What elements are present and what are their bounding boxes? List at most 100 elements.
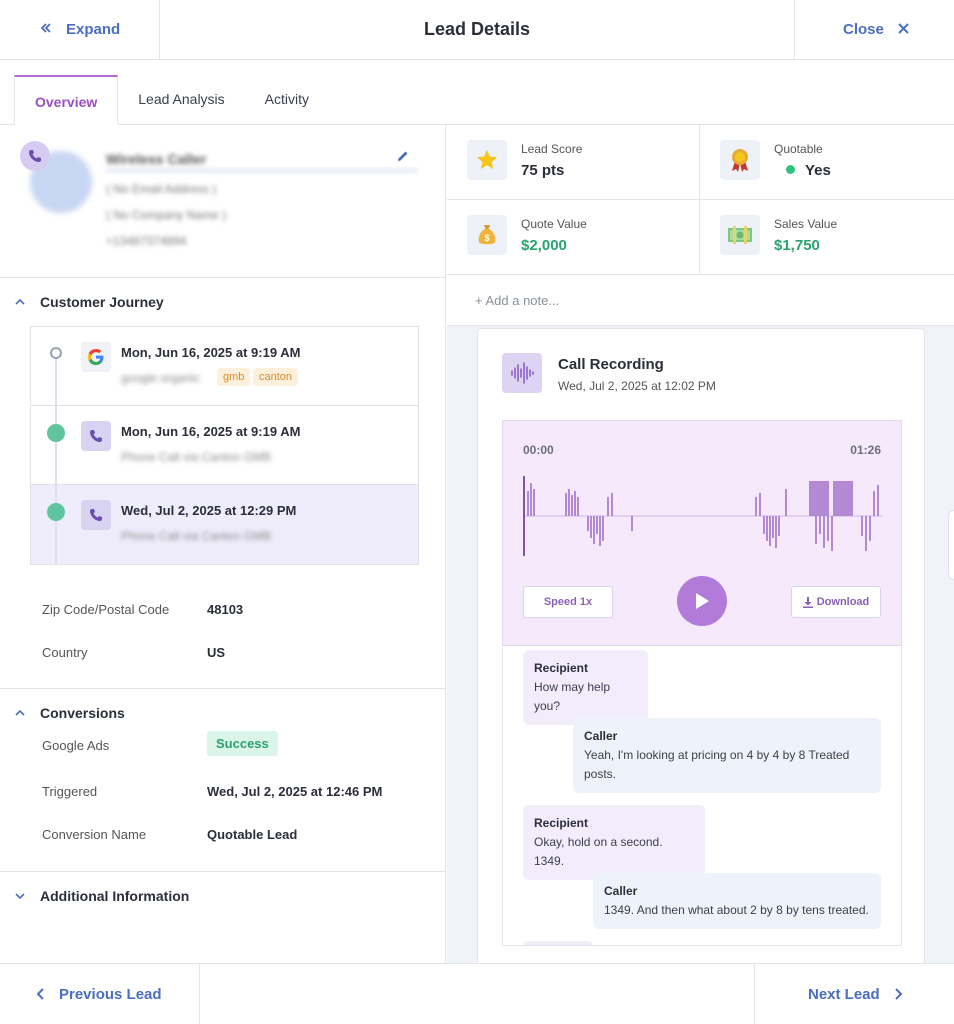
chevron-up-icon: [15, 298, 25, 305]
message-text: Yeah, I'm looking at pricing on 4 by 4 b…: [584, 748, 850, 781]
tab-overview[interactable]: Overview: [14, 75, 119, 125]
stat-value: 75 pts: [521, 162, 565, 179]
recording-title: Call Recording: [558, 356, 664, 373]
chevron-left-icon: [36, 988, 44, 1000]
download-icon: [802, 596, 813, 608]
download-button[interactable]: Download: [791, 586, 881, 618]
detail-value: Wed, Jul 2, 2025 at 12:46 PM: [207, 784, 383, 799]
timeline-dot: [50, 347, 62, 359]
detail-row: Conversion Name Quotable Lead: [0, 827, 445, 870]
close-label: Close: [843, 21, 884, 38]
double-chevron-left-icon: [40, 21, 52, 38]
star-icon: [467, 140, 507, 180]
speaker-name: Caller: [604, 884, 638, 898]
speaker-name: Recipient: [534, 816, 589, 830]
contact-phone: +13487374894: [106, 234, 187, 248]
phone-icon: [81, 421, 111, 451]
add-note-input[interactable]: + Add a note...: [447, 275, 954, 326]
detail-row: Zip Code/Postal Code 48103: [0, 602, 445, 645]
journey-item[interactable]: Wed, Jul 2, 2025 at 12:29 PM Phone Call …: [31, 485, 418, 564]
play-button[interactable]: [677, 576, 727, 626]
transcript-message: [523, 941, 593, 945]
download-label: Download: [816, 596, 870, 608]
side-scroll-handle[interactable]: [948, 510, 954, 580]
contact-email: ( No Email Address ): [106, 182, 217, 196]
stat-value: $2,000: [521, 237, 567, 254]
detail-label: Google Ads: [42, 738, 110, 753]
chevron-down-icon: [15, 893, 25, 900]
previous-lead-button[interactable]: Previous Lead: [0, 964, 200, 1024]
detail-label: Conversion Name: [42, 827, 147, 842]
expand-button[interactable]: Expand: [0, 0, 160, 59]
speaker-name: Recipient: [534, 661, 589, 675]
close-icon: [898, 21, 909, 38]
svg-text:$: $: [484, 233, 489, 243]
chevron-up-icon: [15, 709, 25, 716]
additional-info-title: Additional Information: [40, 888, 190, 904]
speaker-name: Caller: [584, 729, 618, 743]
audio-player: 00:00 01:26 Speed 1x Download: [502, 420, 902, 646]
stat-sales-value: Sales Value $1,750: [700, 200, 954, 275]
message-text: Okay, hold on a second. 1349.: [534, 835, 663, 868]
timeline-line: [55, 521, 57, 564]
customer-journey-title: Customer Journey: [40, 294, 164, 310]
detail-row: Triggered Wed, Jul 2, 2025 at 12:46 PM: [0, 784, 445, 827]
tag-chip: gmb: [217, 368, 251, 386]
phone-icon: [20, 141, 50, 171]
time-start: 00:00: [523, 443, 554, 457]
journey-source: google organic: [121, 371, 200, 385]
tag-chip: canton: [253, 368, 299, 386]
stat-value: Yes: [786, 162, 831, 179]
next-lead-button[interactable]: Next Lead: [754, 964, 954, 1024]
customer-journey-list: Mon, Jun 16, 2025 at 9:19 AM google orga…: [30, 326, 419, 565]
status-dot: [786, 165, 795, 174]
stat-quotable: Quotable Yes: [700, 125, 954, 200]
transcript-message: Caller 1349. And then what about 2 by 8 …: [593, 873, 881, 929]
recording-date: Wed, Jul 2, 2025 at 12:02 PM: [558, 379, 716, 393]
journey-source: Phone Call via Canton GMB: [121, 529, 272, 543]
timeline-line: [55, 406, 57, 484]
cash-icon: [720, 215, 760, 255]
message-text: 1349. And then what about 2 by 8 by tens…: [604, 903, 869, 917]
audio-wave-icon: [502, 353, 542, 393]
detail-label: Triggered: [42, 784, 98, 799]
customer-journey-toggle[interactable]: Customer Journey: [0, 278, 445, 326]
timeline-dot: [47, 424, 65, 442]
transcript-message: Recipient Okay, hold on a second. 1349.: [523, 805, 705, 880]
transcript-message: Recipient How may help you?: [523, 650, 648, 725]
conversions-title: Conversions: [40, 705, 125, 721]
footer-bar: Previous Lead Next Lead: [0, 963, 954, 1024]
stat-label: Quotable: [774, 142, 823, 156]
conversions-toggle[interactable]: Conversions: [0, 689, 445, 737]
tab-lead-analysis[interactable]: Lead Analysis: [118, 74, 244, 124]
award-icon: [720, 140, 760, 180]
google-icon: [81, 342, 111, 372]
journey-item[interactable]: Mon, Jun 16, 2025 at 9:19 AM google orga…: [31, 327, 418, 406]
speed-button[interactable]: Speed 1x: [523, 586, 613, 618]
previous-lead-label: Previous Lead: [59, 985, 162, 1003]
detail-value: Quotable Lead: [207, 827, 298, 842]
waveform[interactable]: [523, 471, 883, 561]
journey-date: Wed, Jul 2, 2025 at 12:29 PM: [121, 503, 297, 518]
status-badge: Success: [207, 731, 278, 756]
close-button[interactable]: Close: [794, 0, 954, 59]
tab-activity[interactable]: Activity: [245, 74, 329, 124]
contact-company: ( No Company Name ): [106, 208, 227, 222]
detail-label: Zip Code/Postal Code: [42, 602, 170, 617]
additional-info-toggle[interactable]: Additional Information: [0, 872, 445, 920]
contact-name[interactable]: Wireless Caller: [106, 151, 418, 171]
phone-icon: [81, 500, 111, 530]
tab-bar: Overview Lead Analysis Activity: [0, 60, 954, 125]
expand-label: Expand: [66, 21, 121, 38]
timeline-line: [55, 353, 57, 405]
journey-date: Mon, Jun 16, 2025 at 9:19 AM: [121, 424, 301, 439]
edit-icon[interactable]: [396, 149, 412, 165]
journey-source: Phone Call via Canton GMB: [121, 450, 272, 464]
right-panel: Lead Score 75 pts Quotable Yes $ Quote V…: [447, 125, 954, 968]
page-title: Lead Details: [423, 19, 531, 39]
journey-item[interactable]: Mon, Jun 16, 2025 at 9:19 AM Phone Call …: [31, 406, 418, 485]
transcript-panel[interactable]: Recipient How may help you? Caller Yeah,…: [502, 646, 902, 946]
stat-lead-score: Lead Score 75 pts: [447, 125, 700, 200]
stat-label: Quote Value: [521, 217, 587, 231]
call-recording-card: Call Recording Wed, Jul 2, 2025 at 12:02…: [477, 328, 925, 968]
